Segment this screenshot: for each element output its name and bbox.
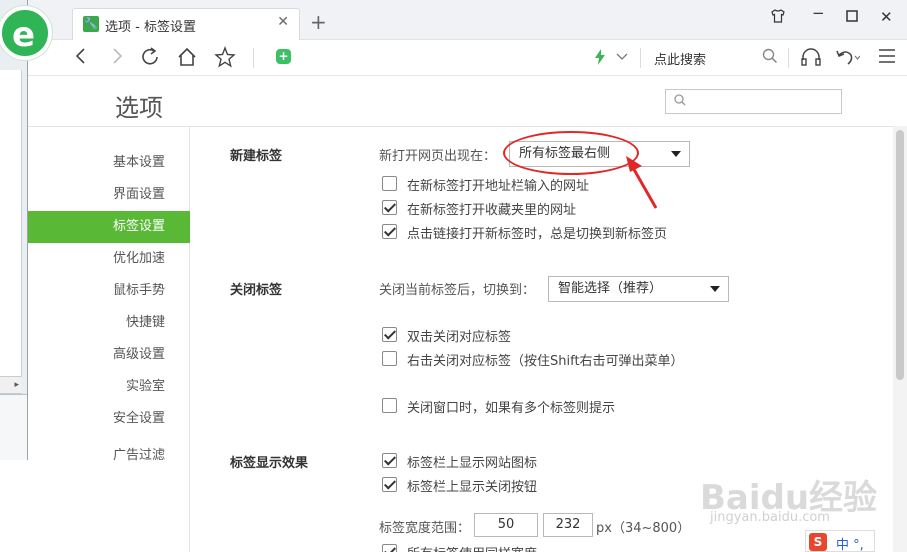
- option-label: 在新标签打开地址栏输入的网址: [407, 179, 590, 194]
- toolbar-divider: [788, 48, 789, 68]
- checkbox[interactable]: [382, 477, 397, 492]
- open-position-label: 新打开网页出现在：: [379, 149, 497, 164]
- search-icon: [674, 94, 686, 109]
- search-icon[interactable]: [762, 48, 778, 69]
- content-scrollbar[interactable]: [893, 126, 907, 552]
- sidebar-item-advanced[interactable]: 高级设置: [28, 339, 190, 371]
- checkbox[interactable]: [382, 351, 397, 366]
- refresh-icon[interactable]: [140, 46, 162, 73]
- watermark-url: jingyan.baidu.com: [710, 510, 830, 525]
- section-title-new-tab: 新建标签: [230, 149, 283, 164]
- menu-icon[interactable]: [878, 48, 896, 69]
- ime-mode[interactable]: 中 °,: [836, 534, 864, 552]
- sidebar-item-interface[interactable]: 界面设置: [28, 179, 190, 211]
- toolbar-divider: [640, 48, 641, 68]
- extension-icon[interactable]: +: [276, 49, 291, 64]
- tab-width-label: 标签宽度范围：: [379, 521, 471, 536]
- lightning-icon[interactable]: [594, 49, 606, 70]
- option-label: 双击关闭对应标签: [407, 330, 512, 345]
- option-label: 在新标签打开收藏夹里的网址: [407, 203, 577, 218]
- option-label: 标签栏上显示关闭按钮: [407, 480, 538, 495]
- chevron-down-icon: [671, 151, 681, 157]
- checkbox[interactable]: [382, 176, 397, 191]
- minimize-icon[interactable]: −: [812, 4, 825, 22]
- option-label: 所有标签使用同样宽度: [407, 543, 537, 552]
- tab-options[interactable]: 🔧 选项 - 标签设置 ✕: [72, 8, 300, 40]
- option-label: 标签栏上显示网站图标: [407, 456, 538, 471]
- tab-title: 选项 - 标签设置: [105, 20, 196, 35]
- toolbar-divider: [253, 48, 254, 68]
- browser-logo[interactable]: e: [0, 6, 52, 60]
- ime-logo-icon: S: [809, 533, 827, 551]
- forward-icon[interactable]: [110, 46, 124, 71]
- star-icon[interactable]: [214, 46, 236, 73]
- scrollbar-thumb[interactable]: [896, 130, 904, 380]
- options-sidebar: 基本设置 界面设置 标签设置 优化加速 鼠标手势 快捷键 高级设置 实验室 安全…: [28, 126, 190, 552]
- maximize-icon[interactable]: [846, 8, 858, 26]
- sidebar-item-tabs[interactable]: 标签设置: [28, 211, 190, 243]
- sidebar-item-optimize[interactable]: 优化加速: [28, 243, 190, 275]
- background-window-bottom: [0, 394, 27, 460]
- option-label: 右击关闭对应标签（按住Shift右击可弹出菜单）: [407, 354, 684, 369]
- close-icon[interactable]: ✕: [880, 8, 893, 26]
- tab-width-max-input[interactable]: 232: [543, 513, 593, 537]
- navigation-bar: + 点此搜索: [28, 40, 907, 76]
- headset-icon[interactable]: [800, 47, 822, 72]
- checkbox[interactable]: [382, 398, 397, 413]
- option-label: 点击链接打开新标签时，总是切换到新标签页: [407, 227, 668, 242]
- checkbox[interactable]: [382, 200, 397, 215]
- tab-width-min-input[interactable]: 50: [474, 513, 538, 537]
- chevron-down-icon: [710, 286, 720, 292]
- sidebar-item-lab[interactable]: 实验室: [28, 371, 190, 403]
- sidebar-item-mouse-gesture[interactable]: 鼠标手势: [28, 275, 190, 307]
- back-icon[interactable]: [74, 46, 88, 71]
- options-search-box[interactable]: [665, 89, 842, 114]
- section-title-close-tab: 关闭标签: [230, 283, 283, 298]
- sidebar-item-basic[interactable]: 基本设置: [28, 147, 190, 179]
- sidebar-item-shortcuts[interactable]: 快捷键: [28, 307, 190, 339]
- chevron-down-icon[interactable]: [616, 48, 628, 69]
- after-close-value: 智能选择（推荐）: [558, 281, 663, 296]
- shirt-icon[interactable]: [770, 8, 786, 28]
- sidebar-item-security[interactable]: 安全设置: [28, 403, 190, 435]
- annotation-ellipse: [503, 131, 639, 175]
- after-close-select[interactable]: 智能选择（推荐）: [548, 276, 729, 302]
- checkbox[interactable]: [382, 544, 397, 552]
- wrench-icon: 🔧: [83, 16, 99, 32]
- tab-close-icon[interactable]: ✕: [277, 14, 289, 30]
- option-label: 关闭窗口时，如果有多个标签则提示: [407, 401, 616, 416]
- tab-bar: 🔧 选项 - 标签设置 ✕ + − ✕: [28, 0, 907, 40]
- new-tab-button[interactable]: +: [310, 10, 327, 34]
- section-title-display: 标签显示效果: [230, 456, 309, 471]
- search-hint[interactable]: 点此搜索: [654, 49, 706, 68]
- home-icon[interactable]: [176, 46, 198, 73]
- checkbox[interactable]: [382, 224, 397, 239]
- checkbox[interactable]: [382, 327, 397, 342]
- logo-letter: e: [12, 15, 36, 55]
- options-search-input[interactable]: [692, 92, 837, 111]
- tab-width-unit: px（34~800）: [596, 521, 691, 536]
- background-window-scroll-arrow[interactable]: ▸: [0, 376, 22, 394]
- ime-toolbar[interactable]: S 中 °,: [805, 530, 875, 552]
- undo-icon[interactable]: [834, 47, 861, 72]
- browser-chrome: 🔧 选项 - 标签设置 ✕ + − ✕ + 点此搜索 e: [0, 0, 907, 76]
- sidebar-item-adblock[interactable]: 广告过滤: [28, 440, 190, 472]
- checkbox[interactable]: [382, 453, 397, 468]
- after-close-label: 关闭当前标签后，切换到：: [379, 283, 536, 298]
- background-window: ▸: [0, 0, 28, 460]
- annotation-arrow: [626, 156, 658, 209]
- page-title: 选项: [115, 94, 163, 122]
